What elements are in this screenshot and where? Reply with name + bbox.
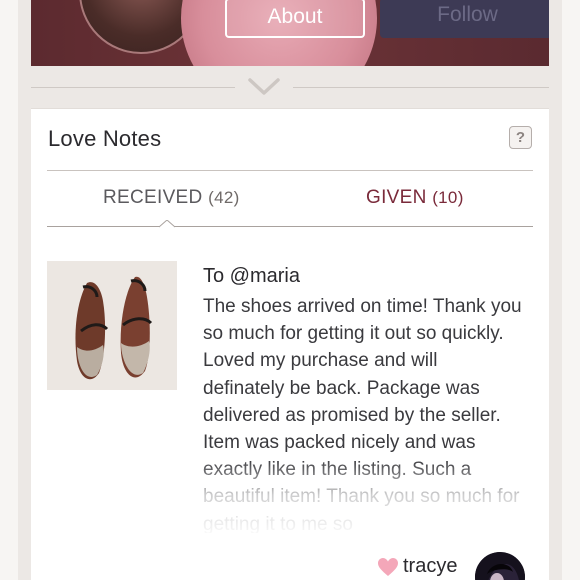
sender-username[interactable]: tracye bbox=[403, 555, 457, 578]
tab-received-count: (42) bbox=[208, 188, 240, 207]
note-fade-overlay bbox=[191, 459, 541, 539]
chevron-down-icon[interactable] bbox=[247, 76, 281, 98]
sender-avatar[interactable] bbox=[475, 552, 525, 580]
tab-given[interactable]: GIVEN (10) bbox=[366, 187, 464, 209]
tab-received[interactable]: RECEIVED (42) bbox=[103, 187, 240, 209]
tab-given-count: (10) bbox=[432, 188, 464, 207]
right-gutter bbox=[562, 0, 580, 580]
tabs-divider-bottom bbox=[47, 226, 533, 227]
active-tab-indicator bbox=[159, 220, 175, 228]
tab-given-label: GIVEN bbox=[366, 187, 427, 208]
follow-button[interactable]: Follow bbox=[380, 0, 549, 38]
help-icon[interactable]: ? bbox=[509, 126, 532, 149]
divider-left bbox=[31, 87, 235, 88]
tab-received-label: RECEIVED bbox=[103, 187, 203, 208]
shoes-image bbox=[47, 261, 177, 390]
listing-thumbnail[interactable] bbox=[47, 261, 177, 390]
avatar-image bbox=[475, 552, 525, 580]
love-notes-title: Love Notes bbox=[48, 126, 162, 151]
heart-icon bbox=[378, 558, 398, 576]
love-notes-card: Love Notes ? RECEIVED (42) GIVEN (10) To… bbox=[31, 108, 549, 580]
divider-right bbox=[293, 87, 549, 88]
tabs-divider-top bbox=[47, 170, 533, 171]
note-recipient: To @maria bbox=[203, 265, 300, 287]
left-gutter bbox=[0, 0, 18, 580]
profile-header: About Follow bbox=[31, 0, 549, 66]
about-button[interactable]: About bbox=[225, 0, 365, 38]
